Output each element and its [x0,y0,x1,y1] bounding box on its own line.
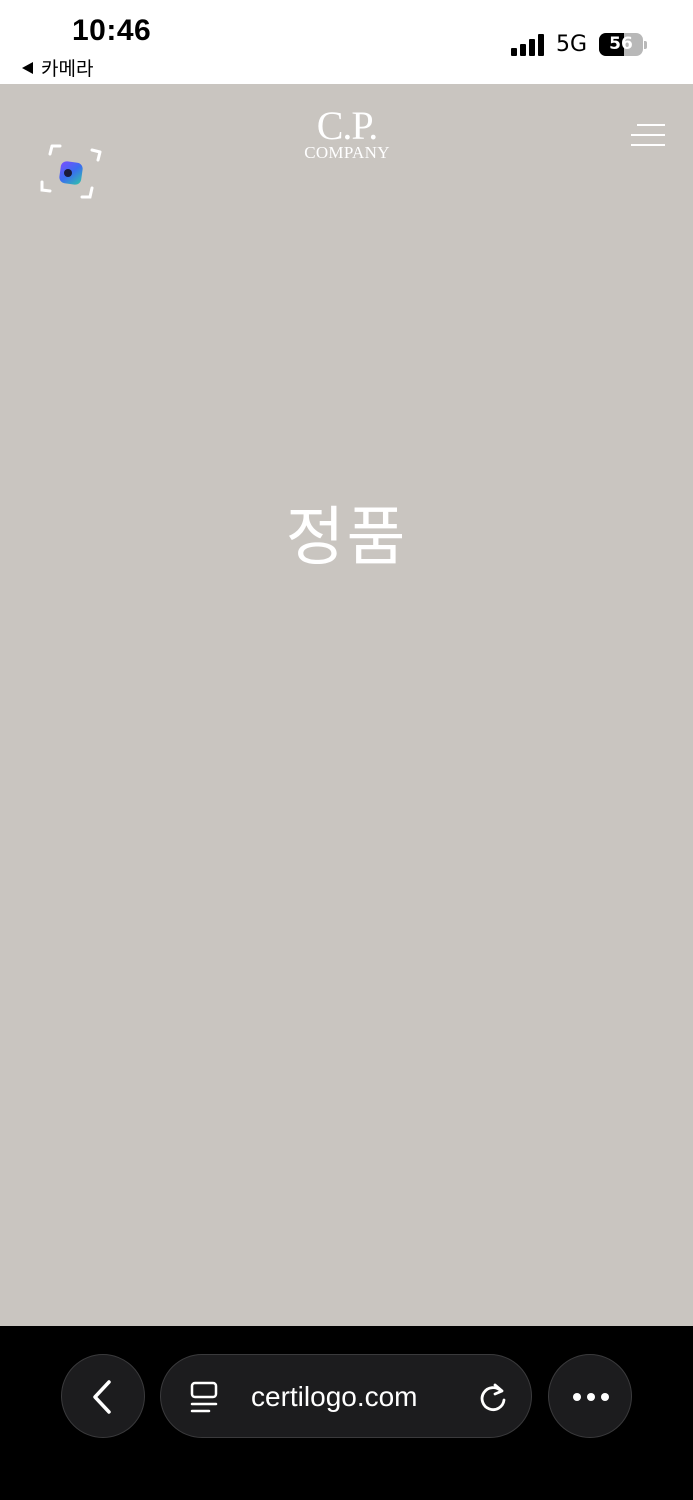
chevron-left-icon [93,1380,111,1414]
tabs-icon[interactable] [189,1381,219,1413]
brand-logo[interactable]: C.P. COMPANY [296,103,398,162]
url-text: certilogo.com [251,1381,418,1412]
logo-top-text: C.P. [316,103,379,148]
battery-nub [644,40,647,49]
status-bar: 10:46 카메라 5G 56 [0,0,693,84]
back-to-app-button[interactable]: 카메라 [22,54,93,81]
menu-icon[interactable] [631,124,665,148]
web-content: C.P. COMPANY 정품 [0,84,693,1326]
battery-icon: 56 [599,33,643,56]
battery-level: 56 [609,34,633,54]
address-bar[interactable]: certilogo.com [160,1354,532,1438]
back-app-label: 카메라 [41,58,94,80]
reload-icon[interactable] [477,1381,509,1413]
browser-toolbar: certilogo.com [0,1326,693,1500]
back-triangle-icon [22,61,33,74]
scan-frame-icon[interactable] [40,142,102,202]
authenticity-headline: 정품 [285,501,408,575]
network-type: 5G [555,32,587,57]
status-time: 10:46 [72,14,152,47]
more-options-button[interactable] [548,1354,632,1438]
status-indicators: 5G 56 [510,32,647,57]
signal-icon [510,33,544,56]
logo-bottom-text: COMPANY [304,143,390,162]
more-icon [573,1393,609,1401]
browser-back-button[interactable] [61,1354,145,1438]
